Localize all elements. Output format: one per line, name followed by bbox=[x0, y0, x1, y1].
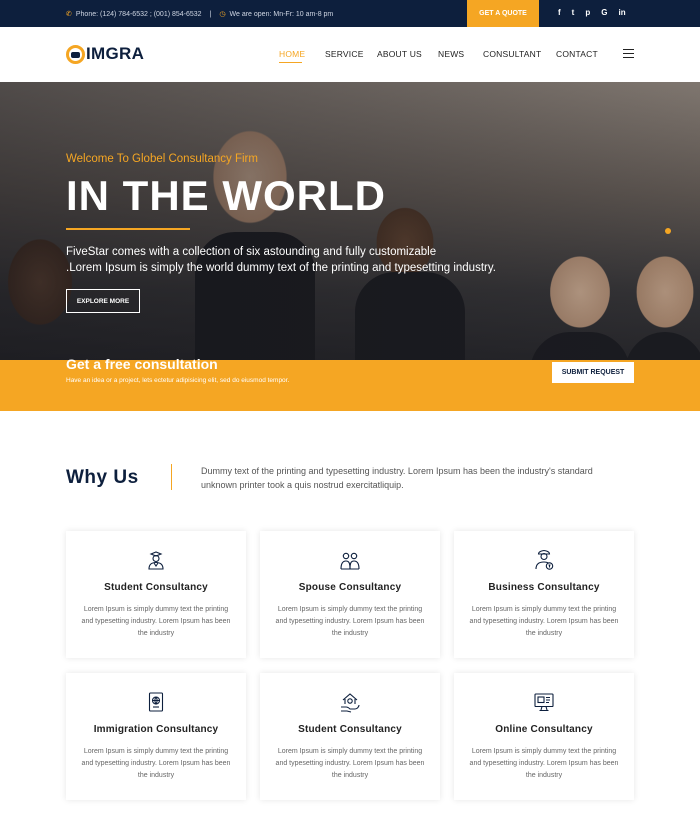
hero-title-underline bbox=[66, 228, 190, 230]
why-us-text: Dummy text of the printing and typesetti… bbox=[201, 466, 593, 490]
service-card[interactable]: Online Consultancy Lorem Ipsum is simply… bbox=[454, 673, 634, 800]
businessman-icon bbox=[535, 549, 554, 570]
hero-desc-line1: FiveStar comes with a collection of six … bbox=[66, 246, 437, 258]
active-underline bbox=[279, 62, 302, 63]
google-icon[interactable]: G bbox=[601, 8, 607, 17]
nav-item-home[interactable]: HOME bbox=[279, 49, 305, 59]
slider-dot[interactable] bbox=[665, 228, 671, 234]
nav-item-consultant[interactable]: CONSULTANT bbox=[483, 49, 541, 59]
menu-icon[interactable] bbox=[623, 49, 634, 61]
monitor-icon bbox=[534, 693, 554, 712]
consultation-band: Get a free consultation Have an idea or … bbox=[0, 356, 700, 411]
phone-text: Phone: (124) 784-6532 ; (001) 854-6532 bbox=[75, 10, 202, 18]
main-nav: IMGRA HOME SERVICE ABOUT US NEWS CONSULT… bbox=[0, 27, 700, 82]
contact-info: ✆ Phone: (124) 784-6532 ; (001) 854-6532… bbox=[66, 10, 334, 19]
service-card[interactable]: Spouse Consultancy Lorem Ipsum is simply… bbox=[260, 531, 440, 658]
hero-kicker: Welcome To Globel Consultancy Firm bbox=[66, 153, 258, 165]
twitter-icon[interactable]: t bbox=[572, 8, 575, 17]
hero-title: IN THE WORLD bbox=[66, 172, 386, 219]
submit-request-button[interactable]: SUBMIT REQUEST bbox=[552, 362, 634, 383]
card-text: Lorem Ipsum is simply dummy text the pri… bbox=[81, 748, 231, 779]
service-card[interactable]: Student Consultancy Lorem Ipsum is simpl… bbox=[260, 673, 440, 800]
clock-icon: ◷ bbox=[219, 11, 226, 18]
nav-menu: HOME SERVICE ABOUT US NEWS CONSULTANT CO… bbox=[0, 49, 700, 63]
card-text: Lorem Ipsum is simply dummy text the pri… bbox=[275, 606, 425, 637]
card-title: Spouse Consultancy bbox=[298, 582, 402, 593]
card-title: Student Consultancy bbox=[104, 582, 208, 593]
separator: | bbox=[209, 10, 212, 18]
nav-item-service[interactable]: SERVICE bbox=[325, 49, 364, 59]
card-text: Lorem Ipsum is simply dummy text the pri… bbox=[469, 748, 619, 779]
couple-icon bbox=[340, 552, 360, 570]
card-text: Lorem Ipsum is simply dummy text the pri… bbox=[81, 606, 231, 637]
consultation-title: Get a free consultation bbox=[66, 356, 218, 372]
why-us-divider bbox=[171, 464, 172, 490]
hours-text: We are open: Mn-Fr: 10 am-8 pm bbox=[229, 10, 334, 18]
house-hand-icon bbox=[341, 693, 360, 713]
student-icon bbox=[148, 551, 164, 570]
linkedin-icon[interactable]: in bbox=[618, 8, 625, 17]
facebook-icon[interactable]: f bbox=[558, 8, 561, 17]
card-title: Student Consultancy bbox=[298, 724, 402, 735]
service-card[interactable]: Student Consultancy Lorem Ipsum is simpl… bbox=[66, 531, 246, 658]
explore-more-button[interactable]: EXPLORE MORE bbox=[66, 289, 140, 313]
top-bar: ✆ Phone: (124) 784-6532 ; (001) 854-6532… bbox=[0, 0, 700, 27]
passport-icon bbox=[148, 692, 164, 712]
hero-description: FiveStar comes with a collection of six … bbox=[66, 244, 506, 276]
nav-item-contact[interactable]: CONTACT bbox=[556, 49, 598, 59]
card-text: Lorem Ipsum is simply dummy text the pri… bbox=[275, 748, 425, 779]
get-quote-button[interactable]: GET A QUOTE bbox=[467, 0, 539, 27]
card-text: Lorem Ipsum is simply dummy text the pri… bbox=[469, 606, 619, 637]
hero-overlay bbox=[0, 82, 700, 360]
social-links: f t p G in bbox=[558, 8, 626, 17]
hero-banner: Welcome To Globel Consultancy Firm IN TH… bbox=[0, 82, 700, 360]
card-title: Online Consultancy bbox=[495, 724, 593, 735]
pinterest-icon[interactable]: p bbox=[585, 8, 590, 17]
card-title: Business Consultancy bbox=[488, 582, 600, 593]
service-card[interactable]: Business Consultancy Lorem Ipsum is simp… bbox=[454, 531, 634, 658]
consultation-subtitle: Have an idea or a project, lets ectetur … bbox=[66, 377, 290, 384]
why-us-title: Why Us bbox=[66, 467, 139, 488]
nav-item-news[interactable]: NEWS bbox=[438, 49, 464, 59]
phone-icon: ✆ bbox=[66, 11, 72, 18]
hero-desc-line2: .Lorem Ipsum is simply the world dummy t… bbox=[66, 262, 496, 274]
card-title: Immigration Consultancy bbox=[93, 724, 219, 735]
service-card[interactable]: Immigration Consultancy Lorem Ipsum is s… bbox=[66, 673, 246, 800]
nav-item-about-us[interactable]: ABOUT US bbox=[377, 49, 422, 59]
